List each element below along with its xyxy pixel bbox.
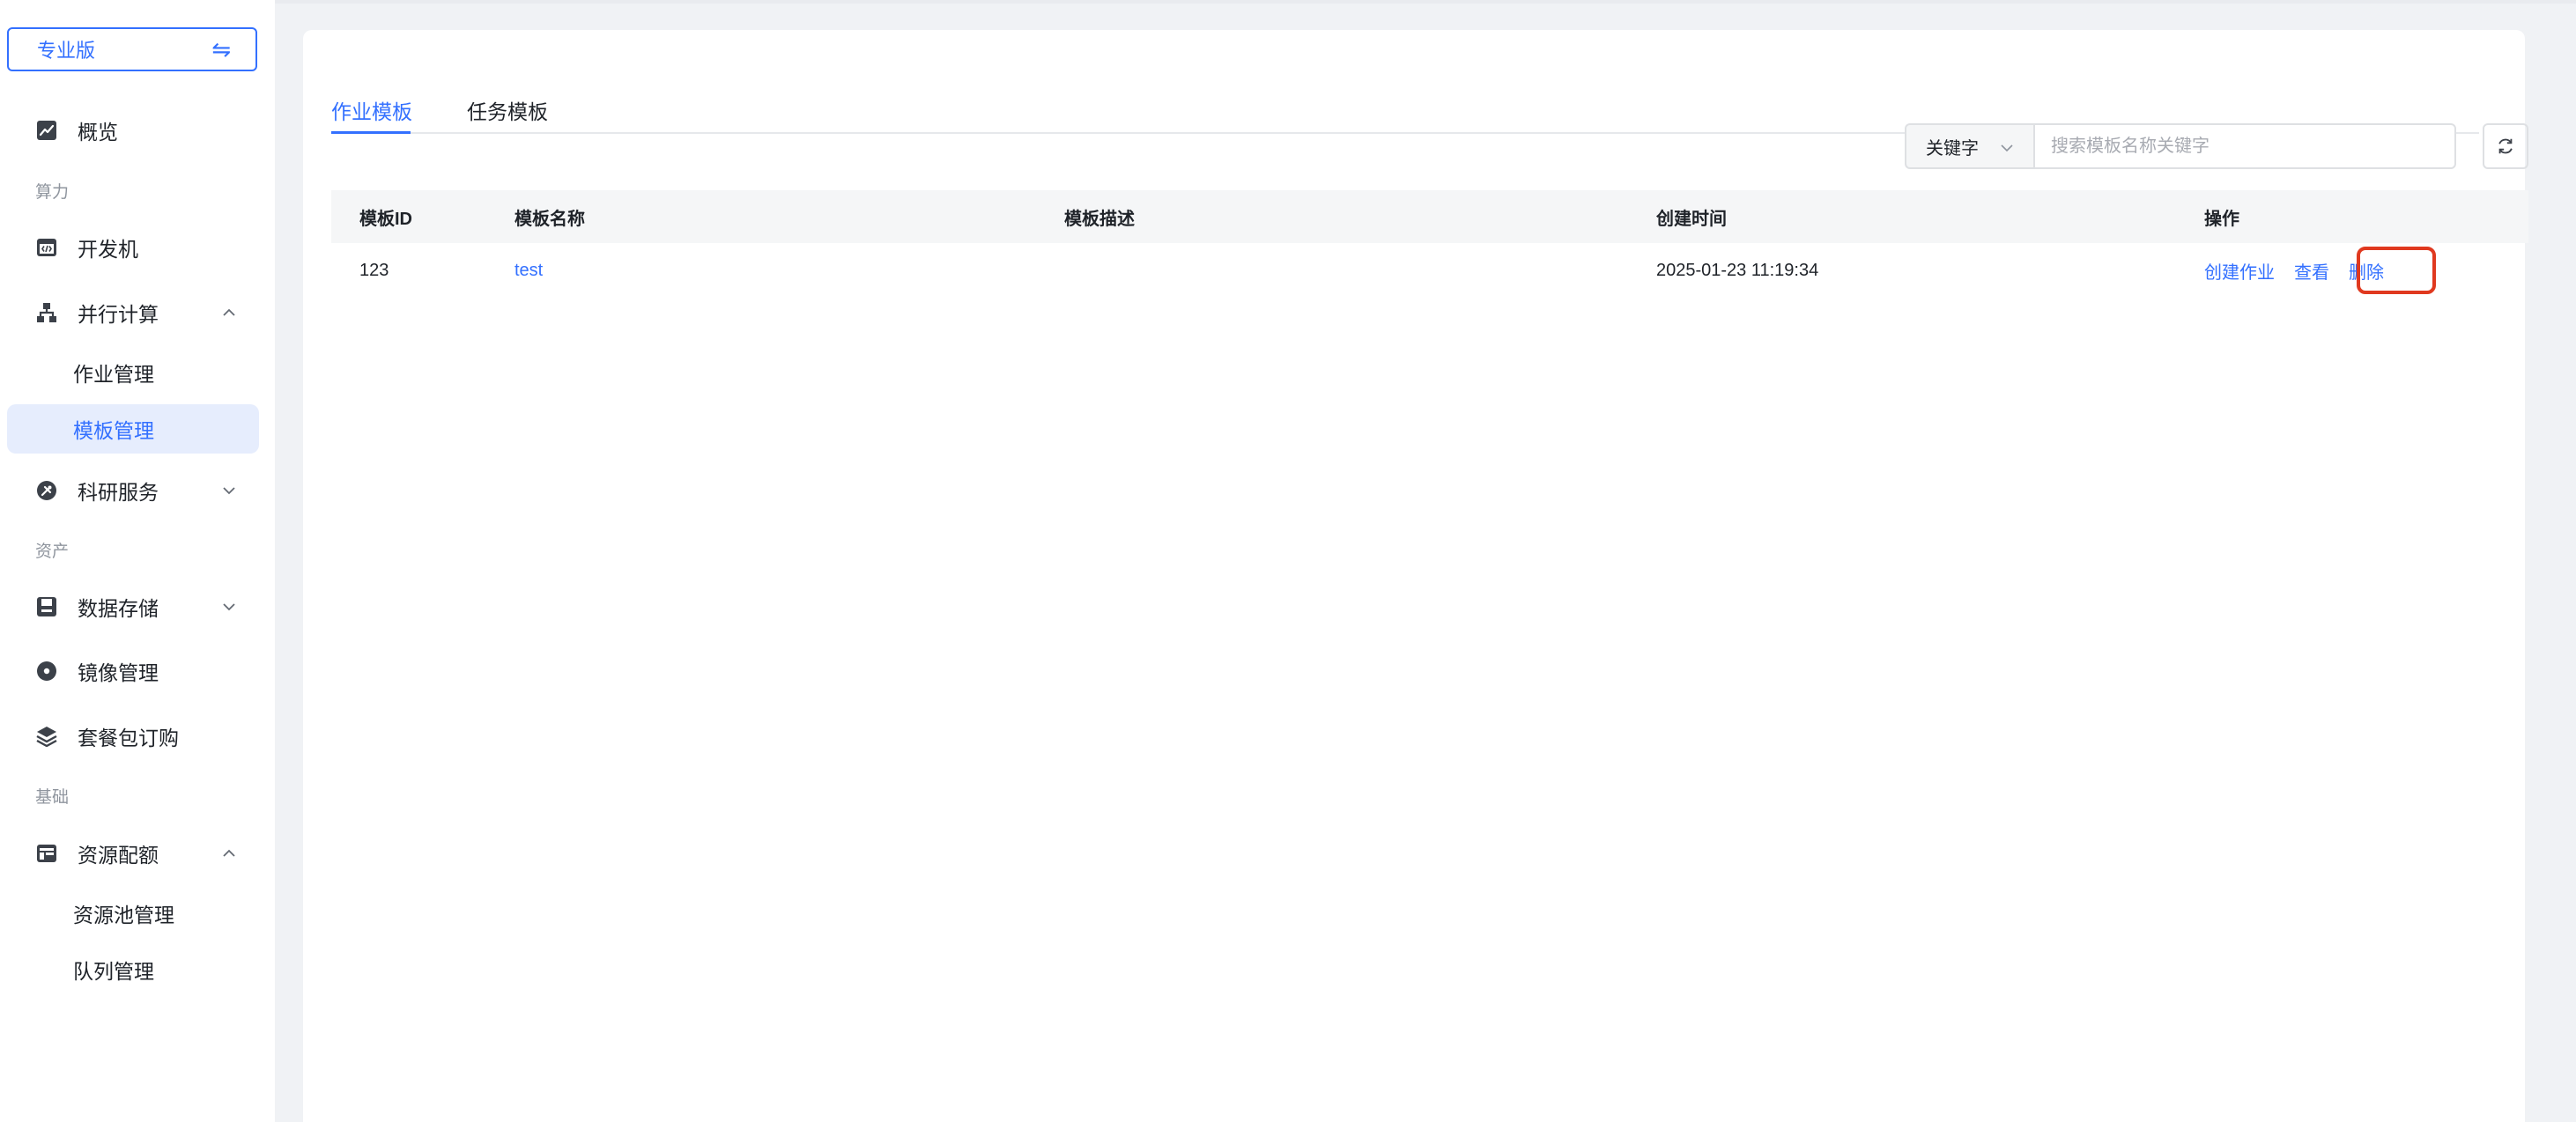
sidebar: 专业版 ⇋ 概览 算力 开发机 并行计算 作业管理 模板管理 科研服务 资产 数…	[0, 0, 275, 1122]
tab-job-template[interactable]: 作业模板	[331, 95, 412, 125]
nav-devbox[interactable]: 开发机	[7, 223, 259, 272]
header-operations: 操作	[2204, 209, 2239, 229]
chevron-up-icon	[223, 849, 235, 857]
nav-queue-management[interactable]: 队列管理	[7, 945, 259, 994]
nav-research-services[interactable]: 科研服务	[7, 466, 259, 515]
nav-resource-pool-management[interactable]: 资源池管理	[7, 889, 259, 938]
nav-job-management[interactable]: 作业管理	[7, 348, 259, 397]
chevron-down-icon	[2001, 144, 2013, 152]
table-row: 123 test 2025-01-23 11:19:34 创建作业 查看 删除	[331, 243, 2528, 298]
layers-icon	[35, 725, 58, 748]
nav-parallel-computing[interactable]: 并行计算	[7, 288, 259, 337]
nav-quota-label: 资源配额	[78, 844, 159, 867]
search-input[interactable]	[2033, 123, 2456, 169]
header-created-time: 创建时间	[1656, 209, 1727, 229]
group-label-basic: 基础	[35, 788, 70, 807]
nav-packages-label: 套餐包订购	[78, 727, 179, 749]
create-job-link[interactable]: 创建作业	[2204, 258, 2275, 284]
header-template-id: 模板ID	[359, 209, 412, 229]
nav-template-management[interactable]: 模板管理	[7, 404, 259, 454]
template-name-link[interactable]: test	[514, 243, 543, 298]
floppy-icon	[35, 595, 58, 618]
nav-images-label: 镜像管理	[78, 661, 159, 684]
swap-icon: ⇋	[211, 36, 231, 63]
header-template-name: 模板名称	[514, 209, 585, 229]
header-template-desc: 模板描述	[1064, 209, 1135, 229]
chevron-down-icon	[223, 603, 235, 611]
tab-task-template[interactable]: 任务模板	[467, 95, 548, 125]
delete-highlight-box	[2357, 247, 2436, 294]
nav-storage-label: 数据存储	[78, 597, 159, 620]
nav-parallel-label: 并行计算	[78, 303, 159, 326]
code-icon	[35, 236, 58, 259]
edition-switcher[interactable]: 专业版 ⇋	[7, 27, 257, 71]
nav-overview[interactable]: 概览	[7, 106, 259, 155]
template-table: 模板ID 模板名称 模板描述 创建时间 操作 123 test 2025-01-…	[331, 190, 2528, 298]
disc-icon	[35, 660, 58, 683]
nav-research-label: 科研服务	[78, 481, 159, 504]
cell-created-time: 2025-01-23 11:19:34	[1656, 260, 1819, 280]
research-icon	[35, 479, 58, 502]
active-tab-indicator	[331, 131, 411, 134]
table-header: 模板ID 模板名称 模板描述 创建时间 操作	[331, 190, 2528, 243]
hierarchy-icon	[35, 301, 58, 324]
edition-label: 专业版	[37, 40, 96, 62]
nav-devbox-label: 开发机	[78, 238, 138, 261]
nav-package-purchase[interactable]: 套餐包订购	[7, 712, 259, 761]
content-card: 作业模板 任务模板 关键字 模板ID 模板名称 模板描述 创建时间 操作 123…	[303, 30, 2528, 1122]
dashboard-icon	[35, 842, 58, 865]
nav-overview-label: 概览	[78, 121, 118, 144]
tab-job-template-label: 作业模板	[331, 100, 412, 123]
chevron-up-icon	[223, 308, 235, 316]
view-link[interactable]: 查看	[2294, 258, 2329, 284]
chart-icon	[35, 119, 58, 142]
search-field-label: 关键字	[1926, 138, 1979, 159]
group-label-assets: 资产	[35, 543, 70, 561]
refresh-button[interactable]	[2483, 123, 2528, 169]
tab-task-template-label: 任务模板	[467, 100, 548, 123]
nav-data-storage[interactable]: 数据存储	[7, 582, 259, 631]
nav-image-management[interactable]: 镜像管理	[7, 646, 259, 696]
top-shadow-bar	[275, 0, 2576, 4]
search-field-select[interactable]: 关键字	[1905, 123, 2033, 169]
chevron-down-icon	[223, 487, 235, 495]
cell-template-id: 123	[359, 260, 389, 280]
refresh-icon	[2498, 138, 2513, 154]
group-label-compute: 算力	[35, 183, 70, 202]
nav-resource-quota[interactable]: 资源配额	[7, 829, 259, 878]
